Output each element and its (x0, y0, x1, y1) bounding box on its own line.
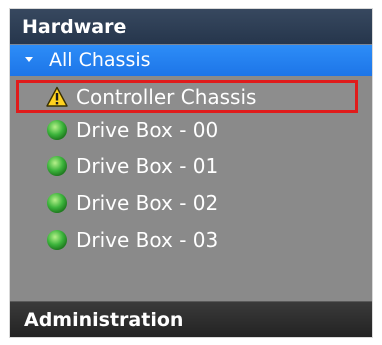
section-header-label: Administration (24, 309, 184, 331)
tree-item-label: Controller Chassis (76, 84, 257, 109)
expand-caret-icon[interactable] (25, 57, 33, 62)
tree-item-drive-box-01[interactable]: Drive Box - 01 (10, 151, 372, 181)
warning-icon (46, 86, 68, 107)
tree-item-label: Drive Box - 03 (76, 228, 219, 252)
status-ok-icon (47, 120, 67, 140)
tree-item-drive-box-00[interactable]: Drive Box - 00 (10, 115, 372, 145)
tree-item-label: Drive Box - 02 (76, 191, 219, 215)
status-ok-icon (47, 230, 67, 250)
tree-item-drive-box-02[interactable]: Drive Box - 02 (10, 188, 372, 218)
tree-item-label: Drive Box - 00 (76, 118, 219, 142)
tree-item-label: Drive Box - 01 (76, 154, 219, 178)
section-header-hardware[interactable]: Hardware (10, 9, 372, 45)
section-header-administration[interactable]: Administration (10, 301, 372, 337)
tree-item-drive-box-03[interactable]: Drive Box - 03 (10, 225, 372, 255)
chassis-tree: Controller Chassis Drive Box - 00 Drive … (10, 76, 372, 295)
navigation-panel: Hardware All Chassis Controller Chassis (9, 8, 373, 338)
tree-node-all-chassis[interactable]: All Chassis (10, 45, 372, 76)
status-ok-icon (47, 156, 67, 176)
tree-item-controller-chassis[interactable]: Controller Chassis (16, 80, 358, 113)
section-header-label: Hardware (22, 16, 127, 38)
status-ok-icon (47, 193, 67, 213)
tree-node-label: All Chassis (49, 49, 151, 71)
